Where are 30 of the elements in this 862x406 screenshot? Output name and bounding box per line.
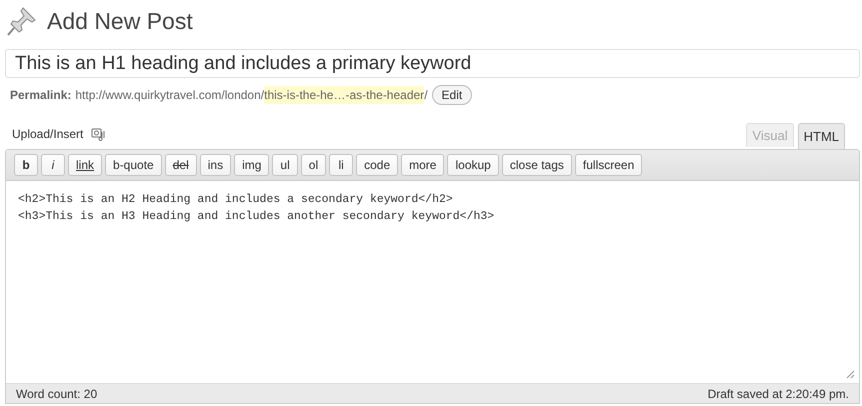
post-title-field[interactable]: This is an H1 heading and includes a primary keyword	[5, 49, 860, 78]
upload-insert-label: Upload/Insert	[12, 126, 84, 143]
resize-handle-icon[interactable]	[845, 369, 855, 379]
quicktag-button[interactable]: ol	[300, 154, 326, 176]
word-count: Word count: 20	[16, 386, 98, 402]
quicktag-button[interactable]: b	[14, 154, 38, 176]
quicktag-button[interactable]: close tags	[502, 154, 572, 176]
draft-saved-status: Draft saved at 2:20:49 pm.	[708, 386, 849, 402]
media-icon[interactable]	[91, 127, 106, 141]
permalink-base: http://www.quirkytravel.com/london/	[75, 87, 264, 104]
permalink-trail: /	[424, 87, 428, 104]
quicktag-button[interactable]: lookup	[447, 154, 499, 176]
page-title: Add New Post	[47, 6, 193, 36]
quicktag-button[interactable]: li	[329, 154, 354, 176]
quicktag-button[interactable]: ins	[200, 154, 232, 176]
code-line: <h3>This is an H3 Heading and includes another secondary keyword</h3>	[18, 209, 496, 225]
permalink-slug[interactable]: this-is-the-he…-as-the-header	[264, 86, 424, 104]
quicktag-button[interactable]: i	[41, 154, 65, 176]
quicktag-button[interactable]: link	[68, 154, 102, 176]
editor-tab[interactable]: HTML	[798, 123, 845, 149]
quicktag-button[interactable]: code	[356, 154, 398, 176]
quicktag-button[interactable]: fullscreen	[574, 154, 642, 176]
edit-button[interactable]: Edit	[432, 85, 472, 105]
quicktag-button[interactable]: more	[401, 154, 444, 176]
permalink-label: Permalink:	[10, 87, 72, 104]
code-line: <h2>This is an H2 Heading and includes a secondary keyword</h2>	[18, 192, 454, 208]
quicktag-button[interactable]: b-quote	[105, 154, 162, 176]
quicktag-button[interactable]: del	[164, 154, 197, 176]
quicktag-button[interactable]: img	[234, 154, 270, 176]
quicktag-button[interactable]: ul	[272, 154, 298, 176]
